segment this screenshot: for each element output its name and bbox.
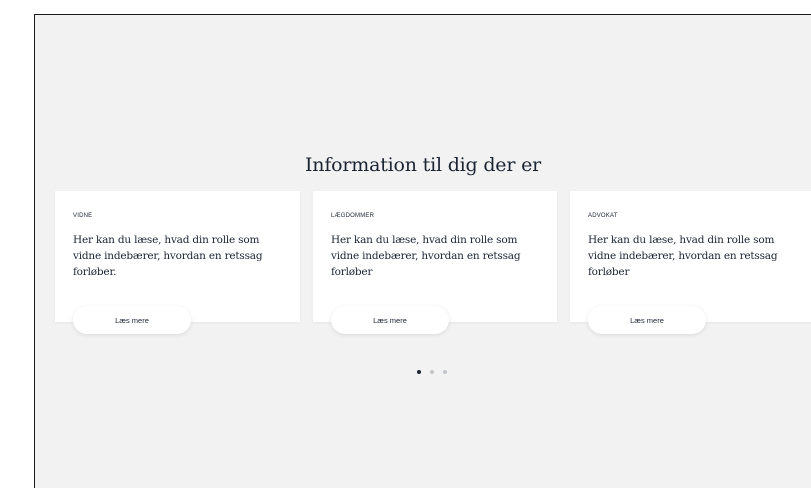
card-advokat: ADVOKAT Her kan du læse, hvad din rolle … <box>570 191 811 322</box>
read-more-button-laegdommer[interactable]: Læs mere <box>331 306 449 334</box>
card-text: Her kan du læse, hvad din rolle som vidn… <box>331 234 521 278</box>
carousel-dots <box>417 370 447 374</box>
section-title: Information til dig der er <box>305 154 541 176</box>
card-kicker: ADVOKAT <box>588 213 618 219</box>
card-vidne: VIDNE Her kan du læse, hvad din rolle so… <box>55 191 300 322</box>
card-kicker: VIDNE <box>73 213 93 219</box>
read-more-button-vidne[interactable]: Læs mere <box>73 306 191 334</box>
card-text: Her kan du læse, hvad din rolle som vidn… <box>588 234 778 278</box>
card-laegdommer: LÆGDOMMER Her kan du læse, hvad din roll… <box>313 191 557 322</box>
page-frame: Information til dig der er VIDNE Her kan… <box>34 14 811 488</box>
read-more-button-advokat[interactable]: Læs mere <box>588 306 706 334</box>
card-text: Her kan du læse, hvad din rolle som vidn… <box>73 234 263 278</box>
carousel-dot[interactable] <box>430 370 434 374</box>
card-kicker: LÆGDOMMER <box>331 213 375 219</box>
carousel-dot-active[interactable] <box>417 370 421 374</box>
carousel-dot[interactable] <box>443 370 447 374</box>
